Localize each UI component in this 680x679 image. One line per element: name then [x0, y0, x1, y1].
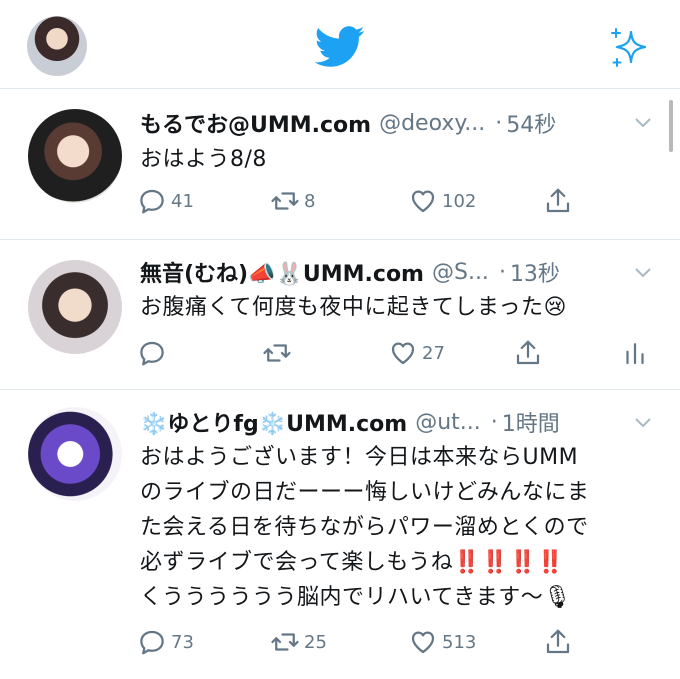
tweet-text-line: おはようございます！今日は本来ならUMM [140, 445, 579, 470]
chevron-down-icon[interactable] [634, 117, 652, 129]
reply-button[interactable] [137, 338, 171, 368]
retweet-count: 8 [304, 190, 316, 212]
retweet-icon [271, 192, 299, 210]
tweet-header: もるでお@UMM.com @deoxy... · 54秒 [140, 107, 620, 139]
heart-icon [411, 190, 435, 213]
sparkle-icon[interactable] [607, 26, 651, 70]
retweet-icon [271, 633, 299, 651]
top-bar [0, 0, 680, 89]
separator-dot: · [490, 409, 498, 435]
separator-dot: · [498, 259, 506, 285]
tweet-2[interactable]: 無音(むね)📣🐰UMM.com @S... · 13秒 お腹痛くて何度も夜中に起… [0, 240, 680, 390]
reply-count: 41 [171, 190, 194, 212]
reply-icon [140, 341, 164, 366]
analytics-icon [626, 343, 644, 365]
share-icon [516, 340, 540, 365]
author-handle[interactable]: @ut... [415, 410, 481, 435]
tweet-header: ❄️ゆとりfg❄️UMM.com @ut... · 1時間 [140, 406, 620, 438]
retweet-icon [263, 344, 291, 362]
analytics-button[interactable] [620, 338, 650, 368]
like-button[interactable]: 513 [408, 627, 476, 657]
tweet-text: おはようございます！今日は本来ならUMM のライブの日だーーー悔しいけどみんなに… [140, 440, 660, 615]
tweet-actions: 73 25 513 [0, 627, 680, 663]
tweet-text-line: くうううううう脳内でリハいてきます〜🎙 [140, 585, 572, 610]
reply-button[interactable]: 41 [137, 186, 194, 216]
retweet-count: 25 [304, 631, 327, 653]
tweet-time[interactable]: 13秒 [510, 256, 560, 288]
share-icon [546, 188, 570, 213]
like-count: 102 [442, 190, 477, 212]
tweet-time[interactable]: 1時間 [502, 406, 560, 438]
reply-button[interactable]: 73 [137, 627, 194, 657]
tweet-text-line: た会える日を待ちながらパワー溜めとくので [140, 515, 589, 540]
reply-count: 73 [171, 631, 194, 653]
share-button[interactable] [513, 338, 543, 368]
like-button[interactable]: 102 [408, 186, 476, 216]
like-count: 27 [422, 342, 445, 364]
profile-avatar[interactable] [27, 16, 87, 76]
share-button[interactable] [543, 627, 573, 657]
tweet-header: 無音(むね)📣🐰UMM.com @S... · 13秒 [140, 256, 620, 288]
twitter-bird-icon [314, 26, 365, 67]
chevron-down-icon[interactable] [634, 417, 652, 429]
like-button[interactable]: 27 [388, 338, 445, 368]
tweet-text: お腹痛くて何度も夜中に起きてしまった😢 [140, 295, 567, 320]
tweet-text-line: 必ずライブで会って楽しもうね‼️‼️‼️‼️ [140, 550, 565, 575]
tweet-text-line: のライブの日だーーー悔しいけどみんなにま [140, 480, 590, 505]
tweet-text: おはよう8/8 [140, 147, 267, 172]
share-button[interactable] [543, 186, 573, 216]
author-name[interactable]: ❄️ゆとりfg❄️UMM.com [140, 406, 407, 438]
heart-icon [411, 631, 435, 654]
tweet-1[interactable]: もるでお@UMM.com @deoxy... · 54秒 おはよう8/8 41 … [0, 89, 680, 240]
tweet-time[interactable]: 54秒 [506, 107, 556, 139]
author-name[interactable]: 無音(むね)📣🐰UMM.com [140, 256, 424, 288]
retweet-button[interactable] [262, 338, 296, 368]
scrollbar[interactable] [669, 100, 673, 152]
heart-icon [391, 342, 415, 365]
tweet-actions: 41 8 102 [0, 186, 680, 222]
like-count: 513 [442, 631, 477, 653]
reply-icon [140, 189, 164, 214]
tweet-3[interactable]: ❄️ゆとりfg❄️UMM.com @ut... · 1時間 おはようございます！… [0, 390, 680, 679]
share-icon [546, 629, 570, 654]
retweet-button[interactable]: 25 [270, 627, 327, 657]
separator-dot: · [495, 110, 503, 136]
author-name[interactable]: もるでお@UMM.com [140, 107, 371, 139]
author-handle[interactable]: @deoxy... [379, 111, 485, 136]
author-handle[interactable]: @S... [432, 260, 489, 285]
retweet-button[interactable]: 8 [270, 186, 315, 216]
author-avatar[interactable] [28, 407, 122, 501]
tweet-actions: 27 [0, 338, 680, 374]
reply-icon [140, 630, 164, 655]
chevron-down-icon[interactable] [634, 267, 652, 279]
